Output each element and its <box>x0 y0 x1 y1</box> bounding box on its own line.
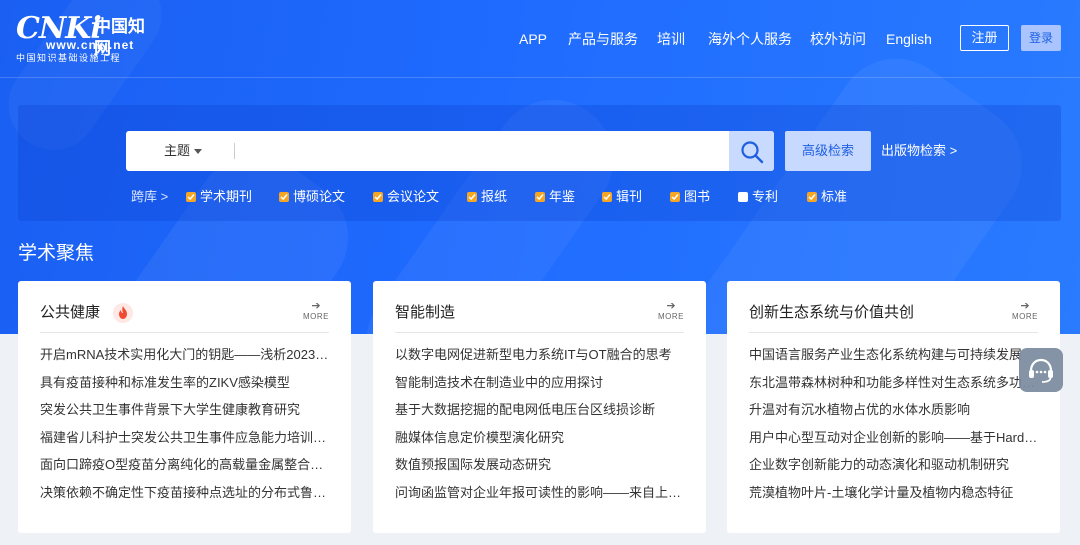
arrow-right-icon: ➔ <box>311 300 321 312</box>
checkbox-label: 专利 <box>752 189 779 204</box>
article-list: 中国语言服务产业生态化系统构建与可持续发展 东北温带森林树种和功能多样性对生态系… <box>749 345 1040 510</box>
checkbox-checked-icon <box>373 192 383 202</box>
article-list: 以数字电网促进新型电力系统IT与OT融合的思考 智能制造技术在制造业中的应用探讨… <box>395 345 686 510</box>
list-item[interactable]: 融媒体信息定价模型演化研究 <box>395 428 686 456</box>
more-label: MORE <box>303 312 329 321</box>
checkbox-checked-icon <box>279 192 289 202</box>
checkbox-checked-icon <box>186 192 196 202</box>
card-title[interactable]: 创新生态系统与价值共创 <box>749 303 914 323</box>
checkbox-checked-icon <box>602 192 612 202</box>
search-scope-select[interactable]: 主题 <box>164 131 190 171</box>
focus-card-innovation-ecosystem: 创新生态系统与价值共创 ➔ MORE 中国语言服务产业生态化系统构建与可持续发展… <box>727 281 1060 533</box>
focus-card-public-health: 公共健康 ➔ MORE 开启mRNA技术实用化大门的钥匙——浅析2023年诺贝尔… <box>18 281 351 533</box>
card-header: 公共健康 ➔ MORE <box>40 301 329 333</box>
checkbox-label: 辑刊 <box>616 189 643 204</box>
more-link[interactable]: ➔ MORE <box>658 301 684 322</box>
nav-item-overseas[interactable]: 海外个人服务 <box>708 29 792 49</box>
search-box: 主题 <box>126 131 774 171</box>
list-item[interactable]: 用户中心型互动对企业创新的影响——基于Hardware <box>749 428 1040 456</box>
list-item[interactable]: 荒漠植物叶片-土壤化学计量及植物内稳态特征 <box>749 483 1040 511</box>
checkbox-unchecked-icon <box>738 192 748 202</box>
advanced-search-button[interactable]: 高级检索 <box>785 131 871 171</box>
more-label: MORE <box>1012 312 1038 321</box>
list-item[interactable]: 数值预报国际发展动态研究 <box>395 455 686 483</box>
more-link[interactable]: ➔ MORE <box>1012 301 1038 322</box>
checkbox-label: 图书 <box>684 189 711 204</box>
list-item[interactable]: 升温对有沉水植物占优的水体水质影响 <box>749 400 1040 428</box>
list-item[interactable]: 东北温带森林树种和功能多样性对生态系统多功能性的影响 <box>749 373 1040 401</box>
list-item[interactable]: 突发公共卫生事件背景下大学生健康教育研究 <box>40 400 331 428</box>
search-icon <box>741 141 764 164</box>
card-header: 创新生态系统与价值共创 ➔ MORE <box>749 301 1038 333</box>
fire-icon <box>113 303 133 323</box>
more-label: MORE <box>658 312 684 321</box>
chevron-down-icon[interactable] <box>194 149 202 154</box>
focus-card-smart-manufacturing: 智能制造 ➔ MORE 以数字电网促进新型电力系统IT与OT融合的思考 智能制造… <box>373 281 706 533</box>
article-list: 开启mRNA技术实用化大门的钥匙——浅析2023年诺贝尔生理学或医学奖 具有疫苗… <box>40 345 331 510</box>
list-item[interactable]: 面向口蹄疫O型疫苗分离纯化的高载量金属整合介质 <box>40 455 331 483</box>
arrow-right-icon: ➔ <box>666 300 676 312</box>
list-item[interactable]: 基于大数据挖掘的配电网低电压台区线损诊断 <box>395 400 686 428</box>
section-title: 学术聚焦 <box>18 243 95 264</box>
list-item[interactable]: 智能制造技术在制造业中的应用探讨 <box>395 373 686 401</box>
arrow-right-icon: ➔ <box>1020 300 1030 312</box>
headset-icon <box>1029 358 1053 383</box>
publication-search-link[interactable]: 出版物检索 > <box>881 141 957 161</box>
search-input[interactable] <box>244 136 724 166</box>
cross-database-link[interactable]: 跨库 > <box>131 187 168 207</box>
register-button[interactable]: 注册 <box>960 25 1009 51</box>
checkbox-label: 博硕论文 <box>293 189 346 204</box>
more-link[interactable]: ➔ MORE <box>303 301 329 322</box>
checkbox-label: 学术期刊 <box>200 189 253 204</box>
checkbox-checked-icon <box>807 192 817 202</box>
nav-item-training[interactable]: 培训 <box>657 29 685 49</box>
card-header: 智能制造 ➔ MORE <box>395 301 684 333</box>
checkbox-label: 会议论文 <box>387 189 440 204</box>
list-item[interactable]: 问询函监管对企业年报可读性的影响——来自上市公司的证据 <box>395 483 686 511</box>
list-item[interactable]: 决策依赖不确定性下疫苗接种点选址的分布式鲁棒优化 <box>40 483 331 511</box>
nav-item-offcampus[interactable]: 校外访问 <box>810 29 866 49</box>
checkbox-label: 标准 <box>821 189 848 204</box>
list-item[interactable]: 企业数字创新能力的动态演化和驱动机制研究 <box>749 455 1040 483</box>
search-divider <box>234 143 235 159</box>
checkbox-checked-icon <box>670 192 680 202</box>
logo-subtitle: 中国知识基础设施工程 <box>16 53 122 63</box>
checkbox-label: 报纸 <box>481 189 508 204</box>
checkbox-checked-icon <box>467 192 477 202</box>
card-title[interactable]: 智能制造 <box>395 303 455 323</box>
login-button[interactable]: 登录 <box>1021 25 1061 51</box>
checkbox-label: 年鉴 <box>549 189 576 204</box>
list-item[interactable]: 福建省儿科护士突发公共卫生事件应急能力培训需求调查 <box>40 428 331 456</box>
checkbox-checked-icon <box>535 192 545 202</box>
list-item[interactable]: 中国语言服务产业生态化系统构建与可持续发展 <box>749 345 1040 373</box>
customer-service-widget[interactable] <box>1019 348 1063 392</box>
card-title[interactable]: 公共健康 <box>40 303 100 323</box>
list-item[interactable]: 开启mRNA技术实用化大门的钥匙——浅析2023年诺贝尔生理学或医学奖 <box>40 345 331 373</box>
nav-item-english[interactable]: English <box>886 29 932 49</box>
nav-item-products[interactable]: 产品与服务 <box>568 29 638 49</box>
nav-item-app[interactable]: APP <box>519 29 547 49</box>
cnki-logo[interactable]: CNKi 中国知网 www.cnki.net 中国知识基础设施工程 <box>16 12 161 64</box>
top-navigation-bar: CNKi 中国知网 www.cnki.net 中国知识基础设施工程 APP 产品… <box>0 0 1080 78</box>
search-button[interactable] <box>729 131 774 171</box>
list-item[interactable]: 具有疫苗接种和标准发生率的ZIKV感染模型 <box>40 373 331 401</box>
list-item[interactable]: 以数字电网促进新型电力系统IT与OT融合的思考 <box>395 345 686 373</box>
logo-url: www.cnki.net <box>46 38 135 52</box>
